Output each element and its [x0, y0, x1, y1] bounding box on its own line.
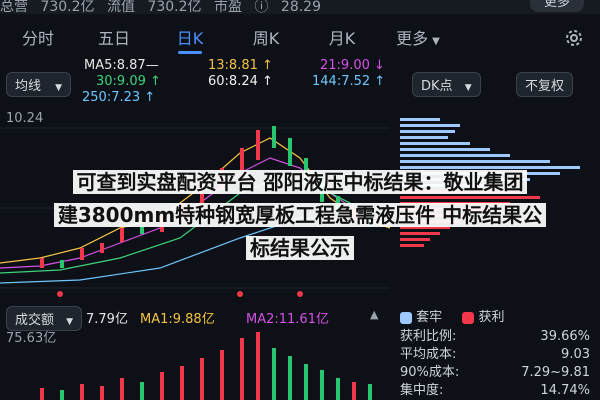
ma5-value: MA5:8.87— [84, 58, 159, 73]
float-cap-value: 730.2亿 [147, 0, 202, 14]
volume-ma1: MA1:9.88亿 [140, 312, 215, 327]
stat-label: 平均成本: [400, 347, 457, 362]
total-cap-value: 730.2亿 [40, 0, 95, 14]
stat-label: 90%成本: [400, 365, 460, 380]
line-type-label: 均线 [15, 79, 42, 94]
signal-dot [57, 291, 63, 297]
tab-more[interactable]: 更多 ▼ [380, 22, 456, 56]
stat-row: 平均成本: 9.03 [400, 346, 590, 364]
adjust-select[interactable]: 不复权 [516, 72, 574, 97]
line-type-select[interactable]: 均线 ▼ [6, 72, 72, 97]
volume-indicator-row: 成交额 ▼ 7.79亿 MA1:9.88亿 MA2:11.61亿 ▲ [0, 306, 390, 331]
ma13-value: 13:8.81 ↑ [208, 58, 273, 73]
banner-line-3: 标结果公示 [246, 236, 354, 260]
signal-dot [297, 291, 303, 297]
stat-row: 集中度: 14.74% [400, 382, 590, 400]
volume-bars [40, 332, 372, 400]
dk-point-select[interactable]: DK点 ▼ [412, 72, 481, 97]
pe-label: 市盈 [214, 0, 242, 14]
indicator-row: 均线 ▼ MA5:8.87— 13:8.81 ↑ 21:9.00 ↓ 30:9.… [0, 58, 600, 106]
volume-ma2: MA2:11.61亿 [246, 312, 329, 327]
ma21-value: 21:9.00 ↓ [320, 58, 385, 73]
tab-daily-k[interactable]: 日K [152, 22, 228, 56]
volume-chart[interactable]: 75.63亿 [0, 328, 390, 400]
ma250-value: 250:7.23 ↑ [82, 90, 156, 105]
stat-label: 获利比例: [400, 329, 457, 344]
tab-more-label: 更多 [396, 29, 429, 48]
chip-stats: 获利比例: 39.66% 平均成本: 9.03 90%成本: 7.29~9.81… [400, 328, 590, 400]
more-button[interactable]: 更多 [529, 0, 584, 12]
banner-line-2: 建3800mm特种钢宽厚板工程急需液压件 中标结果公 [53, 203, 547, 227]
period-tabs: 分时 五日 日K 周K 月K 更多 ▼ [0, 22, 600, 56]
ma30-value: 30:9.09 ↑ [96, 74, 161, 89]
volume-axis-top: 75.63亿 [6, 331, 56, 346]
volume-value: 7.79亿 [86, 312, 128, 327]
news-banner[interactable]: 可查到实盘配资平台 邵阳液压中标结果：敬业集团 建3800mm特种钢宽厚板工程急… [0, 166, 600, 265]
tab-weekly-k[interactable]: 周K [228, 22, 304, 56]
price-high-label: 10.24 [6, 111, 43, 126]
chip-legend: 套牢 获利 [400, 306, 504, 325]
stat-label: 集中度: [400, 383, 444, 398]
stat-row: 90%成本: 7.29~9.81 [400, 364, 590, 382]
profit-swatch [462, 311, 475, 324]
chevron-down-icon: ▼ [464, 83, 472, 93]
ma60-value: 60:8.24 ↑ [208, 74, 273, 89]
stat-value: 7.29~9.81 [521, 365, 590, 380]
trapped-swatch [400, 311, 412, 324]
chevron-down-icon: ▼ [55, 83, 63, 93]
float-cap-label: 流值 [107, 0, 135, 14]
stat-value: 39.66% [540, 329, 590, 344]
dk-point-label: DK点 [421, 79, 453, 94]
profit-label: 获利 [478, 310, 505, 325]
adjust-label: 不复权 [525, 79, 565, 94]
chevron-down-icon: ▼ [66, 317, 74, 327]
summary-bar: 总营 730.2亿 流值 730.2亿 市盈 ⓘ 28.29 更多 [0, 0, 600, 14]
ma144-value: 144:7.52 ↑ [312, 74, 386, 89]
chevron-down-icon: ▼ [432, 36, 440, 47]
stat-row: 获利比例: 39.66% [400, 328, 590, 346]
banner-line-1: 可查到实盘配资平台 邵阳液压中标结果：敬业集团 [72, 170, 528, 194]
gear-icon[interactable] [562, 26, 586, 50]
info-icon: ⓘ [254, 0, 269, 14]
stat-value: 9.03 [561, 347, 590, 362]
trapped-label: 套牢 [416, 310, 443, 325]
tab-monthly-k[interactable]: 月K [304, 22, 380, 56]
tab-five-day[interactable]: 五日 [76, 22, 152, 56]
pe-value: 28.29 [280, 0, 321, 14]
volume-label: 成交额 [15, 313, 55, 328]
chevron-up-icon[interactable]: ▲ [370, 308, 378, 321]
tab-intraday[interactable]: 分时 [0, 22, 76, 56]
total-cap-label: 总营 [0, 0, 28, 14]
signal-dot [237, 291, 243, 297]
stat-value: 14.74% [540, 383, 590, 398]
